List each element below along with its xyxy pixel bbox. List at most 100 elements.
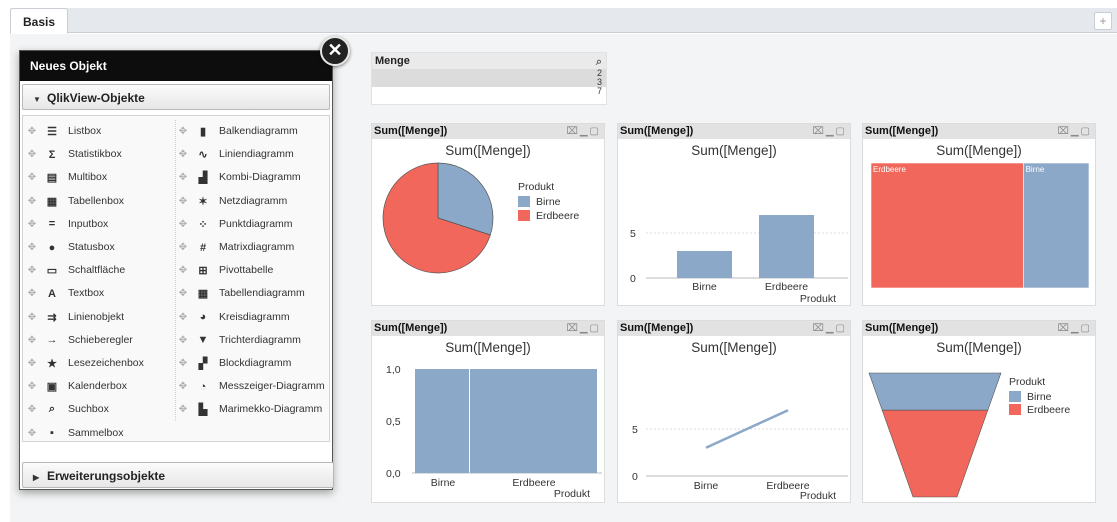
drag-handle-icon[interactable]: ✥ [176, 381, 190, 392]
menge-listbox[interactable]: Menge ⌕ 2 3 7 [371, 52, 607, 105]
drag-handle-icon[interactable]: ✥ [25, 404, 39, 415]
object-item-schaltfläche[interactable]: ✥ ▭ Schaltfläche [25, 259, 175, 282]
object-item-kombi-diagramm[interactable]: ✥ ▟ Kombi-Diagramm [176, 166, 325, 189]
drag-handle-icon[interactable]: ✥ [25, 428, 39, 439]
block-chart-box[interactable]: Sum([Menge]) ⌧▁▢ Sum([Menge]) Erdbeere Bir… [862, 123, 1096, 306]
chart-controls-icon[interactable]: ⌧▁▢ [812, 124, 847, 139]
drag-handle-icon[interactable]: ✥ [25, 335, 39, 346]
list-item[interactable]: 7 [372, 87, 606, 96]
chart-caption: Sum([Menge]) ⌧▁▢ [618, 124, 850, 139]
drag-handle-icon[interactable]: ✥ [25, 149, 39, 160]
object-item-label: Marimekko-Diagramm [219, 403, 323, 416]
object-column-2: ✥ ▮ Balkendiagramm ✥ ∿ Liniendiagramm ✥ ▟ Kombi-… [175, 120, 325, 422]
object-item-tabellendiagramm[interactable]: ✥ ▦ Tabellendiagramm [176, 282, 325, 305]
object-item-inputbox[interactable]: ✥ = Inputbox [25, 213, 175, 236]
drag-handle-icon[interactable]: ✥ [176, 404, 190, 415]
drag-handle-icon[interactable]: ✥ [25, 219, 39, 230]
object-item-label: Textbox [68, 287, 105, 300]
funnel-chart-box[interactable]: Sum([Menge]) ⌧▁▢ Sum([Menge]) Produkt Birn… [862, 320, 1096, 503]
drag-handle-icon[interactable]: ✥ [176, 196, 190, 207]
drag-handle-icon[interactable]: ✥ [25, 312, 39, 323]
object-item-statistikbox[interactable]: ✥ Σ Statistikbox [25, 143, 175, 166]
object-item-schieberegler[interactable]: ✥ → Schieberegler [25, 329, 175, 352]
object-item-linienobjekt[interactable]: ✥ ⇉ Linienobjekt [25, 306, 175, 329]
combo-chart-icon: ▟ [198, 172, 208, 185]
object-item-punktdiagramm[interactable]: ✥ ⁘ Punktdiagramm [176, 213, 325, 236]
drag-handle-icon[interactable]: ✥ [176, 219, 190, 230]
drag-handle-icon[interactable]: ✥ [176, 312, 190, 323]
object-item-textbox[interactable]: ✥ A Textbox [25, 282, 175, 305]
drag-handle-icon[interactable]: ✥ [25, 288, 39, 299]
object-item-label: Multibox [68, 171, 108, 184]
object-item-tabellenbox[interactable]: ✥ ▦ Tabellenbox [25, 190, 175, 213]
object-item-blockdiagramm[interactable]: ✥ ▞ Blockdiagramm [176, 352, 325, 375]
menge-header: Menge ⌕ [372, 53, 606, 69]
pie-chart-box[interactable]: Sum([Menge]) ⌧▁▢ Sum([Menge]) Produkt Birn… [371, 123, 605, 306]
object-item-pivottabelle[interactable]: ✥ ⊞ Pivottabelle [176, 259, 325, 282]
drag-handle-icon[interactable]: ✥ [176, 149, 190, 160]
drag-handle-icon[interactable]: ✥ [25, 358, 39, 369]
object-item-lesezeichenbox[interactable]: ✥ ★ Lesezeichenbox [25, 352, 175, 375]
multibox-icon: ▤ [46, 172, 58, 185]
object-item-kalenderbox[interactable]: ✥ ▣ Kalenderbox [25, 375, 175, 398]
object-item-statusbox[interactable]: ✥ ● Statusbox [25, 236, 175, 259]
mekko-chart: 0,0 0,5 1,0 Birne ErdbeereProdukt [386, 364, 602, 500]
close-panel-button[interactable]: ✕ [320, 36, 350, 66]
object-item-sammelbox[interactable]: ✥ ▪ Sammelbox [25, 421, 175, 444]
chart-controls-icon[interactable]: ⌧▁▢ [566, 321, 601, 336]
funnel-segment-erdbeere [881, 409, 989, 498]
object-item-marimekko-diagramm[interactable]: ✥ ▙ Marimekko-Diagramm [176, 398, 325, 421]
drag-handle-icon[interactable]: ✥ [25, 172, 39, 183]
list-item[interactable]: 3 [372, 78, 606, 87]
section-label: Erweiterungsobjekte [47, 469, 166, 483]
x-tick-label: Birne [694, 480, 719, 492]
drag-handle-icon[interactable]: ✥ [176, 126, 190, 137]
chart-controls-icon[interactable]: ⌧▁▢ [1057, 124, 1092, 139]
drag-handle-icon[interactable]: ✥ [25, 242, 39, 253]
radar-chart-icon: ✶ [198, 195, 208, 208]
drag-handle-icon[interactable]: ✥ [25, 126, 39, 137]
block-birne [1023, 162, 1090, 289]
line-chart-box[interactable]: Sum([Menge]) ⌧▁▢ Sum([Menge]) 0 5 Birne Erdb… [617, 320, 851, 503]
object-item-matrixdiagramm[interactable]: ✥ # Matrixdiagramm [176, 236, 325, 259]
qlikview-app: { "tabs":[{"label":"Basis"}], "tab_add_l… [0, 0, 1117, 522]
drag-handle-icon[interactable]: ✥ [176, 335, 190, 346]
object-item-kreisdiagramm[interactable]: ✥ ◕ Kreisdiagramm [176, 306, 325, 329]
object-item-trichterdiagramm[interactable]: ✥ ▼ Trichterdiagramm [176, 329, 325, 352]
drag-handle-icon[interactable]: ✥ [25, 381, 39, 392]
chart-controls-icon[interactable]: ⌧▁▢ [812, 321, 847, 336]
object-item-listbox[interactable]: ✥ ☰ Listbox [25, 120, 175, 143]
object-item-suchbox[interactable]: ✥ ⌕ Suchbox [25, 398, 175, 421]
chart-controls-icon[interactable]: ⌧▁▢ [566, 124, 601, 139]
block-chart: Erdbeere Birne [870, 162, 1090, 289]
x-tick-label: Birne [692, 281, 717, 293]
object-item-balkendiagramm[interactable]: ✥ ▮ Balkendiagramm [176, 120, 325, 143]
section-qlikview-objects[interactable]: ▼ QlikView-Objekte [22, 84, 330, 110]
tab-basis[interactable]: Basis [10, 8, 69, 34]
legend-label: Erdbeere [536, 210, 579, 222]
pie-chart-icon: ◕ [199, 311, 207, 324]
drag-handle-icon[interactable]: ✥ [176, 358, 190, 369]
drag-handle-icon[interactable]: ✥ [176, 172, 190, 183]
object-item-netzdiagramm[interactable]: ✥ ✶ Netzdiagramm [176, 190, 325, 213]
block-erdbeere [870, 162, 1024, 289]
chart-caption: Sum([Menge]) ⌧▁▢ [863, 124, 1095, 139]
object-item-label: Trichterdiagramm [219, 333, 301, 346]
mekko-chart-box[interactable]: Sum([Menge]) ⌧▁▢ Sum([Menge]) 0,0 0,5 1,0 Bi… [371, 320, 605, 503]
object-item-messzeiger-diagramm[interactable]: ✥ ◔ Messzeiger-Diagramm [176, 375, 325, 398]
chart-controls-icon[interactable]: ⌧▁▢ [1057, 321, 1092, 336]
add-tab-button[interactable]: + [1094, 12, 1112, 30]
drag-handle-icon[interactable]: ✥ [176, 288, 190, 299]
section-extension-objects[interactable]: ▶ Erweiterungsobjekte [22, 462, 334, 488]
drag-handle-icon[interactable]: ✥ [25, 196, 39, 207]
mekko-bar-birne [415, 369, 469, 473]
list-item[interactable]: 2 [372, 69, 606, 78]
bar-chart-box[interactable]: Sum([Menge]) ⌧▁▢ Sum([Menge]) 0 5 Birne Erdb… [617, 123, 851, 306]
object-item-multibox[interactable]: ✥ ▤ Multibox [25, 166, 175, 189]
text-icon: A [48, 287, 56, 300]
drag-handle-icon[interactable]: ✥ [25, 265, 39, 276]
drag-handle-icon[interactable]: ✥ [176, 265, 190, 276]
drag-handle-icon[interactable]: ✥ [176, 242, 190, 253]
object-item-liniendiagramm[interactable]: ✥ ∿ Liniendiagramm [176, 143, 325, 166]
search-icon[interactable]: ⌕ [596, 54, 602, 70]
